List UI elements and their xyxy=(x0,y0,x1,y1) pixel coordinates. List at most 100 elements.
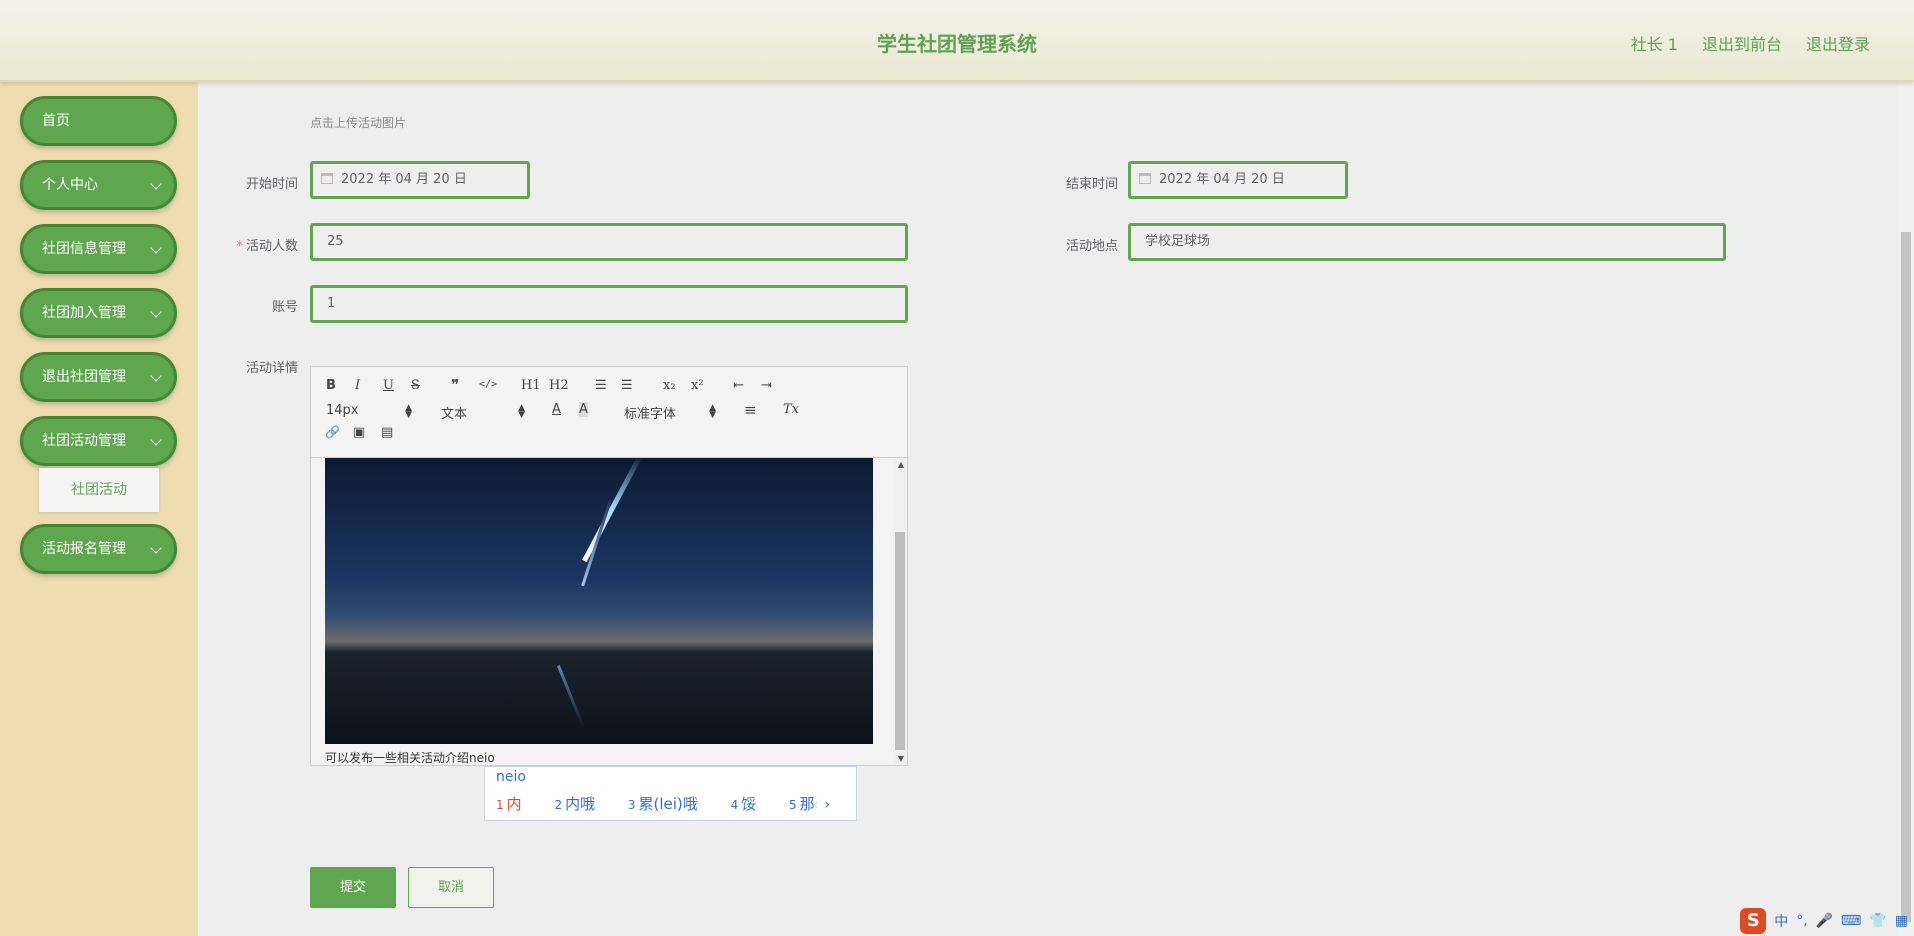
main-content: 点击上传活动图片 开始时间 2022 年 04 月 20 日 结束时间 2022… xyxy=(198,82,1898,936)
background-color-button[interactable]: A xyxy=(579,402,588,417)
page-scrollbar[interactable] xyxy=(1898,82,1914,936)
code-block-button[interactable]: </> xyxy=(479,379,497,390)
ime-prev-page-icon[interactable]: ‹ xyxy=(813,797,819,813)
ime-candidate-text: 内哦 xyxy=(565,795,596,813)
editor-toolbar: B I U S ❞ </> H1 H2 ☰ ☰ x₂ x² ⇤ ⇥ 14px ▲ ▼… xyxy=(311,367,907,458)
editor-text: 可以发布一些相关活动介绍neio xyxy=(325,751,495,765)
ime-candidate[interactable]: 3 累(lei)哦 xyxy=(628,795,712,813)
comet-streak xyxy=(581,499,612,587)
scroll-up-icon[interactable]: ▲ xyxy=(898,460,904,469)
sogou-logo-icon[interactable]: S xyxy=(1740,908,1767,934)
chevron-down-icon xyxy=(150,306,162,318)
ime-candidate-number: 4 xyxy=(730,798,739,812)
italic-button[interactable]: I xyxy=(355,378,360,393)
ime-candidate-list: 1内 2 内哦 3 累(lei)哦 4馁 5那 xyxy=(496,793,843,814)
start-time-label: 开始时间 xyxy=(245,177,298,192)
user-name-link[interactable]: 社长 1 xyxy=(1631,31,1678,55)
ime-input-text: neio xyxy=(496,769,526,785)
ordered-list-icon[interactable]: ☰ xyxy=(595,378,607,393)
sidebar-item-label: 社团加入管理 xyxy=(42,305,126,321)
app-title: 学生社团管理系统 xyxy=(877,32,1037,56)
ime-candidate-text: 馁 xyxy=(741,795,757,813)
chevron-down-icon xyxy=(150,370,162,382)
cancel-button[interactable]: 取消 xyxy=(408,867,494,908)
toolbox-icon[interactable]: ▦ xyxy=(1895,913,1908,929)
sidebar-item-label: 活动报名管理 xyxy=(42,541,126,557)
chinese-mode-icon[interactable]: 中 xyxy=(1774,911,1788,931)
end-date-picker[interactable]: 2022 年 04 月 20 日 xyxy=(1128,161,1348,199)
indent-icon[interactable]: ⇥ xyxy=(761,378,772,393)
upload-hint[interactable]: 点击上传活动图片 xyxy=(310,114,406,131)
sidebar-item-club-quit[interactable]: 退出社团管理 xyxy=(20,352,177,402)
video-icon[interactable]: ▤ xyxy=(381,425,393,440)
sidebar-item-label: 首页 xyxy=(42,113,70,129)
participant-count-label: * 活动人数 xyxy=(198,235,298,254)
ime-candidate-number: 1 xyxy=(496,798,504,812)
header1-button[interactable]: H1 xyxy=(521,378,541,393)
sidebar-item-home[interactable]: 首页 xyxy=(20,96,177,146)
text-color-button[interactable]: A xyxy=(552,402,561,417)
account-input[interactable]: 1 xyxy=(310,285,908,323)
sidebar-item-club-activity[interactable]: 社团活动管理 xyxy=(20,416,177,466)
location-input[interactable]: 学校足球场 xyxy=(1128,223,1726,261)
scroll-down-icon[interactable]: ▼ xyxy=(898,754,904,763)
ime-candidate-window: neio 1内 2 内哦 3 累(lei)哦 4馁 5那 ‹ › xyxy=(484,766,857,821)
punctuation-icon[interactable]: °, xyxy=(1796,913,1807,929)
participant-count-label-text: 活动人数 xyxy=(245,239,298,254)
editor-content[interactable]: 可以发布一些相关活动介绍neio ▲ ▼ xyxy=(311,458,907,765)
outdent-icon[interactable]: ⇤ xyxy=(733,378,744,393)
font-family-select[interactable]: 标准字体 ▲ ▼ xyxy=(624,403,716,423)
sidebar-item-label: 退出社团管理 xyxy=(42,369,126,385)
sidebar-item-club-info[interactable]: 社团信息管理 xyxy=(20,224,177,274)
comet-streak xyxy=(582,458,643,563)
detail-label: 活动详情 xyxy=(245,361,298,376)
chevron-down-icon xyxy=(150,542,162,554)
sidebar-item-club-join[interactable]: 社团加入管理 xyxy=(20,288,177,338)
subscript-button[interactable]: x₂ xyxy=(663,378,676,393)
superscript-button[interactable]: x² xyxy=(691,378,704,393)
participant-count-input[interactable]: 25 xyxy=(310,223,908,261)
font-family-value: 标准字体 xyxy=(624,407,677,422)
image-icon[interactable]: ▣ xyxy=(353,425,365,440)
microphone-icon[interactable]: 🎤 xyxy=(1816,913,1833,929)
sidebar-item-activity-signup[interactable]: 活动报名管理 xyxy=(20,524,177,574)
ime-candidate[interactable]: 4馁 xyxy=(731,795,771,813)
clear-format-button[interactable]: Tx xyxy=(783,402,799,417)
bold-button[interactable]: B xyxy=(326,378,336,393)
skin-icon[interactable]: 👕 xyxy=(1869,913,1886,929)
font-size-value: 14px xyxy=(326,403,359,418)
top-links: 社长 1 退出到前台 退出登录 xyxy=(1631,31,1870,55)
start-date-value: 2022 年 04 月 20 日 xyxy=(341,172,467,187)
calendar-icon xyxy=(1139,173,1151,184)
blockquote-button[interactable]: ❞ xyxy=(451,376,459,394)
align-button[interactable]: ≡ xyxy=(744,401,757,419)
select-arrows-icon: ▲ ▼ xyxy=(709,403,716,420)
font-size-select[interactable]: 14px ▲ ▼ xyxy=(326,403,412,420)
sidebar-subitem-activity[interactable]: 社团活动 xyxy=(39,468,159,512)
ime-candidate-text: 内 xyxy=(506,795,522,813)
logout-link[interactable]: 退出登录 xyxy=(1806,31,1870,55)
ime-candidate[interactable]: 2 内哦 xyxy=(554,795,609,813)
location-label: 活动地点 xyxy=(1065,239,1118,254)
bullet-list-icon[interactable]: ☰ xyxy=(621,378,633,393)
select-arrows-icon: ▲ ▼ xyxy=(518,403,525,420)
ime-candidate-number: 5 xyxy=(789,798,797,812)
exit-to-frontend-link[interactable]: 退出到前台 xyxy=(1702,31,1782,55)
underline-button[interactable]: U xyxy=(383,378,394,393)
header2-button[interactable]: H2 xyxy=(549,378,569,393)
sidebar: 首页 个人中心 社团信息管理 社团加入管理 退出社团管理 社团活动管理 社团活动… xyxy=(0,82,198,936)
sidebar-item-personal-center[interactable]: 个人中心 xyxy=(20,160,177,210)
header-select-value: 文本 xyxy=(441,407,468,422)
start-date-picker[interactable]: 2022 年 04 月 20 日 xyxy=(310,161,530,199)
header-select[interactable]: 文本 ▲ ▼ xyxy=(441,403,525,423)
chevron-down-icon xyxy=(150,178,162,190)
editor-scroll-thumb[interactable] xyxy=(895,532,905,750)
keyboard-icon[interactable]: ⌨ xyxy=(1841,913,1861,929)
submit-button[interactable]: 提交 xyxy=(310,867,396,908)
page-scroll-thumb[interactable] xyxy=(1901,232,1911,922)
ime-next-page-icon[interactable]: › xyxy=(824,797,830,813)
ime-candidate[interactable]: 1内 xyxy=(496,795,536,813)
strike-button[interactable]: S xyxy=(411,378,420,393)
link-icon[interactable]: 🔗 xyxy=(325,425,340,439)
editor-scrollbar[interactable]: ▲ ▼ xyxy=(893,458,907,765)
